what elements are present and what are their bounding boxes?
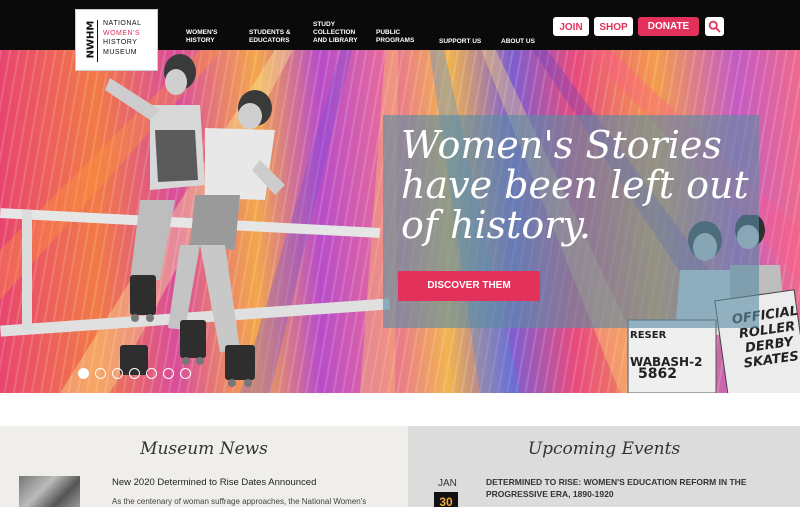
logo-mark: NWHM: [84, 20, 98, 62]
logo-wordmark: NATIONAL WOMEN'S HISTORY MUSEUM: [103, 20, 142, 56]
museum-logo[interactable]: NWHM NATIONAL WOMEN'S HISTORY MUSEUM: [75, 9, 158, 71]
roller-derby-skaters-image: [0, 54, 390, 387]
upcoming-events-title: Upcoming Events: [527, 439, 681, 459]
carousel-dot-2[interactable]: [95, 368, 106, 379]
nav-students-educators[interactable]: STUDENTS & EDUCATORS: [249, 29, 291, 45]
news-excerpt: As the centenary of woman suffrage appro…: [112, 497, 367, 506]
nav-study-collection[interactable]: STUDY COLLECTION AND LIBRARY: [313, 21, 358, 45]
nav-public-programs[interactable]: PUBLIC PROGRAMS: [376, 29, 414, 45]
news-headline-link[interactable]: New 2020 Determined to Rise Dates Announ…: [112, 477, 316, 488]
discover-them-button[interactable]: DISCOVER THEM: [398, 271, 540, 301]
news-thumbnail[interactable]: [19, 476, 80, 507]
carousel-dot-7[interactable]: [180, 368, 191, 379]
carousel-dot-5[interactable]: [146, 368, 157, 379]
event-month: JAN: [438, 478, 457, 489]
nav-womens-history[interactable]: WOMEN'S HISTORY: [186, 29, 218, 45]
hero-carousel: RESER WABASH-2 5862 OFFICIAL ROLLER DERB…: [0, 50, 800, 393]
carousel-dot-4[interactable]: [129, 368, 140, 379]
museum-news-section: Museum News New 2020 Determined to Rise …: [0, 426, 408, 507]
carousel-dot-3[interactable]: [112, 368, 123, 379]
event-title-link[interactable]: DETERMINED TO RISE: WOMEN'S EDUCATION RE…: [486, 476, 776, 500]
nav-support-us[interactable]: SUPPORT US: [439, 38, 481, 46]
carousel-dot-6[interactable]: [163, 368, 174, 379]
nav-about-us[interactable]: ABOUT US: [501, 38, 535, 46]
event-day: 30: [434, 492, 458, 507]
donate-button[interactable]: DONATE: [638, 17, 699, 36]
search-button[interactable]: [705, 17, 724, 36]
upcoming-events-section: Upcoming Events JAN 30 DETERMINED TO RIS…: [408, 426, 800, 507]
shop-button[interactable]: SHOP: [594, 17, 633, 36]
carousel-dot-1[interactable]: [78, 368, 89, 379]
search-icon: [708, 20, 721, 33]
museum-news-title: Museum News: [140, 439, 268, 459]
join-button[interactable]: JOIN: [553, 17, 589, 36]
sign-reservations: RESER WABASH-2 5862: [630, 330, 703, 382]
hero-headline: Women's Stories have been left out of hi…: [401, 123, 749, 247]
